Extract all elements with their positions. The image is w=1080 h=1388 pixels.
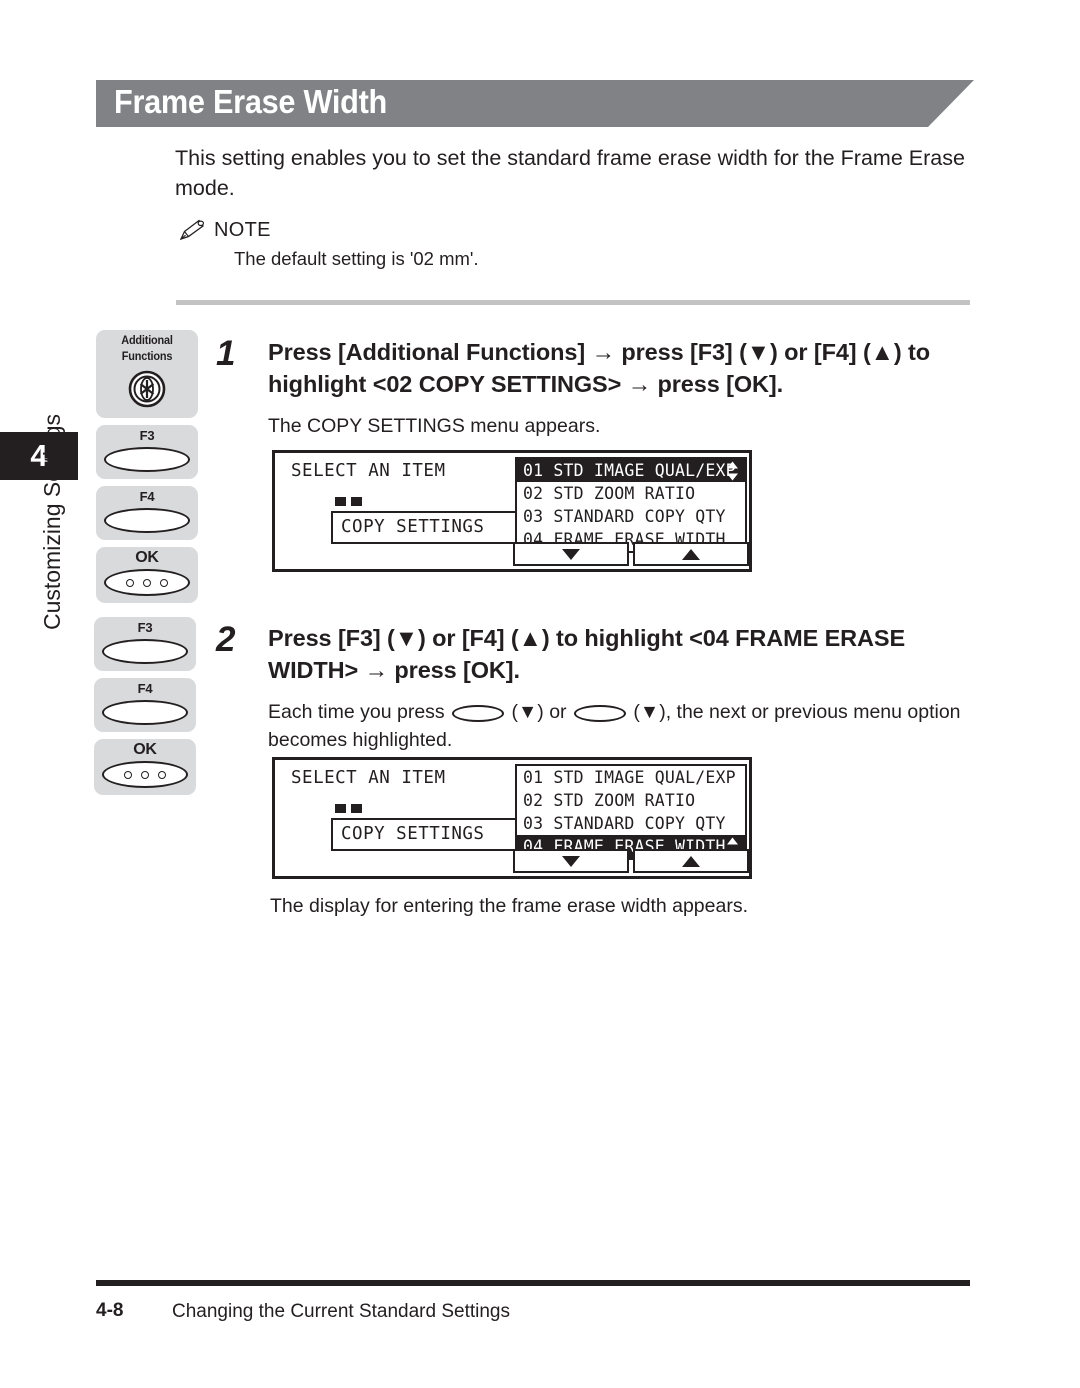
key-f4[interactable]: F4 <box>96 486 198 540</box>
footer-page-number: 4-8 <box>96 1300 124 1321</box>
step-2-number: 2 <box>216 620 236 659</box>
additional-functions-icon <box>128 370 166 408</box>
note-block: NOTE The default setting is '02 mm'. <box>178 218 878 270</box>
lcd-2-menu: 01 STD IMAGE QUAL/EXP 02 STD ZOOM RATIO … <box>515 764 747 860</box>
lcd-1-menu-item-01-label: 01 STD IMAGE QUAL/EXP <box>523 461 736 480</box>
inline-key-f3: F3 <box>452 700 505 722</box>
lcd-1-menu-item-03-label: 03 STANDARD COPY QTY <box>523 507 726 526</box>
step-1-title: Press [Additional Functions] → press [F3… <box>268 339 930 397</box>
inline-key-f4: F4 <box>573 700 626 722</box>
lcd-2-menu-item-02-label: 02 STD ZOOM RATIO <box>523 791 696 810</box>
step-2-body-prefix: Each time you press <box>268 701 451 723</box>
ok-dot <box>124 770 132 779</box>
lcd-panel-step-1: SELECT AN ITEM COPY SETTINGS 01 STD IMAG… <box>272 450 752 572</box>
lcd-2-menu-item-01-label: 01 STD IMAGE QUAL/EXP <box>523 768 736 787</box>
inline-key-f4-oval <box>573 705 626 722</box>
ok-dot <box>126 578 134 587</box>
key-label-ok: OK <box>135 549 159 566</box>
lcd-1-header: SELECT AN ITEM <box>291 461 446 481</box>
triangle-down-icon <box>562 855 580 867</box>
lcd-2-header: SELECT AN ITEM <box>291 768 446 788</box>
key-oval-ok <box>102 761 188 788</box>
lcd-2-menu-item-03[interactable]: 03 STANDARD COPY QTY <box>517 812 745 835</box>
key-oval-f4 <box>104 508 190 533</box>
step-2-body-mid1: (▼) or <box>506 701 572 723</box>
triangle-up-icon <box>682 855 700 867</box>
title-banner: Frame Erase Width <box>96 80 974 127</box>
key-oval-ok <box>104 569 190 596</box>
footer-section-title: Changing the Current Standard Settings <box>172 1301 510 1322</box>
key-additional-functions[interactable]: Additional Functions <box>96 330 198 418</box>
key-oval-f3 <box>102 639 188 664</box>
ok-dot <box>160 578 168 587</box>
step-2-header: 2 Press [F3] (▼) or [F4] (▲) to highligh… <box>216 622 976 686</box>
lcd-2-pips <box>335 804 362 813</box>
pencil-icon <box>179 219 204 241</box>
lcd-panel-step-2: SELECT AN ITEM COPY SETTINGS 01 STD IMAG… <box>272 757 752 879</box>
lcd-pip <box>351 804 362 813</box>
inline-key-f3-oval <box>452 705 505 722</box>
key-column-step-1: Additional Functions F3 F4 OK <box>96 330 198 610</box>
key-label-f3: F3 <box>137 620 153 635</box>
lcd-2-menu-item-03-label: 03 STANDARD COPY QTY <box>523 814 726 833</box>
lcd-2-softkey-down[interactable] <box>513 849 629 873</box>
step-2-title: Press [F3] (▼) or [F4] (▲) to highlight … <box>268 625 906 683</box>
key-label-ok: OK <box>133 741 157 758</box>
step-1-number: 1 <box>216 334 236 373</box>
step-1-header: 1 Press [Additional Functions] → press [… <box>216 336 976 400</box>
key-label-f3: F3 <box>139 428 155 443</box>
key-oval-f4 <box>102 700 188 725</box>
lcd-pip <box>335 497 346 506</box>
key-label-additional-functions: Additional Functions <box>121 335 173 363</box>
key-f4[interactable]: F4 <box>94 678 196 732</box>
note-header: NOTE <box>178 218 878 242</box>
lcd-1-menu: 01 STD IMAGE QUAL/EXP 02 STD ZOOM RATIO … <box>515 457 747 553</box>
lcd-2-softkey-up[interactable] <box>633 849 749 873</box>
triangle-down-icon <box>562 548 580 560</box>
intro-paragraph: This setting enables you to set the stan… <box>175 146 965 200</box>
lcd-2-caption: The display for entering the frame erase… <box>270 895 749 917</box>
key-label-f4: F4 <box>139 489 155 504</box>
ok-dots <box>104 770 186 779</box>
ok-dot <box>158 770 166 779</box>
key-ok[interactable]: OK <box>96 547 198 603</box>
page-title: Frame Erase Width <box>114 83 387 120</box>
lcd-1-menu-item-02-label: 02 STD ZOOM RATIO <box>523 484 696 503</box>
lcd-pip <box>335 804 346 813</box>
step-2-body: Each time you press F3 (▼) or F4 (▼), th… <box>268 698 976 754</box>
step-2: 2 Press [F3] (▼) or [F4] (▲) to highligh… <box>216 622 976 754</box>
step-1: 1 Press [Additional Functions] → press [… <box>216 336 976 440</box>
note-title: NOTE <box>214 218 271 241</box>
key-label-f4: F4 <box>137 681 153 696</box>
scroll-up-down-icon <box>727 461 738 480</box>
key-oval-f3 <box>104 447 190 472</box>
lcd-2-menu-item-01[interactable]: 01 STD IMAGE QUAL/EXP <box>517 766 745 789</box>
ok-dot <box>141 770 149 779</box>
lcd-pip <box>351 497 362 506</box>
step-1-body: The COPY SETTINGS menu appears. <box>268 415 601 437</box>
section-divider <box>176 300 970 305</box>
lcd-1-softkey-up[interactable] <box>633 542 749 566</box>
triangle-up-icon <box>682 548 700 560</box>
lcd-1-softkey-down[interactable] <box>513 542 629 566</box>
lcd-1-menu-item-03[interactable]: 03 STANDARD COPY QTY <box>517 505 745 528</box>
ok-dot <box>143 578 151 587</box>
lcd-2-softkeys <box>513 849 749 873</box>
key-f3[interactable]: F3 <box>94 617 196 671</box>
key-column-step-2: F3 F4 OK <box>94 617 196 802</box>
lcd-1-softkeys <box>513 542 749 566</box>
key-f3[interactable]: F3 <box>96 425 198 479</box>
footer-rule <box>96 1280 970 1286</box>
lcd-1-pips <box>335 497 362 506</box>
key-ok[interactable]: OK <box>94 739 196 795</box>
ok-dots <box>106 578 188 587</box>
lcd-1-menu-item-02[interactable]: 02 STD ZOOM RATIO <box>517 482 745 505</box>
note-body: The default setting is '02 mm'. <box>234 248 479 269</box>
lcd-2-menu-item-02[interactable]: 02 STD ZOOM RATIO <box>517 789 745 812</box>
lcd-1-menu-item-01[interactable]: 01 STD IMAGE QUAL/EXP <box>517 459 745 482</box>
chapter-label: Customizing Settings <box>39 413 65 631</box>
